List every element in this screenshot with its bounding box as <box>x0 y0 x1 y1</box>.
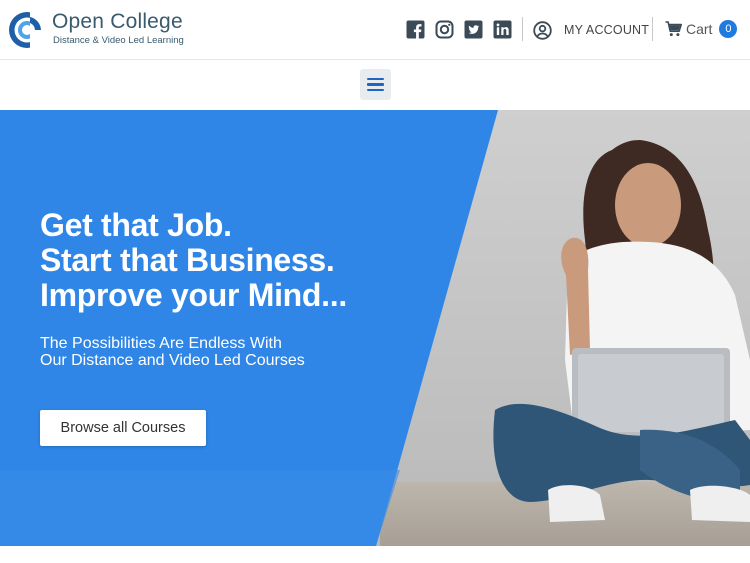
headline-line-1: Get that Job. <box>40 207 232 243</box>
brand-name: Open College <box>52 10 183 33</box>
hero-banner: Get that Job. Start that Business. Impro… <box>0 110 750 546</box>
logo-mark-icon <box>9 9 46 51</box>
headline-line-3: Improve your Mind... <box>40 277 347 313</box>
headline-line-2: Start that Business. <box>40 242 335 278</box>
my-account-link[interactable]: MY ACCOUNT <box>533 20 649 40</box>
header-divider <box>652 17 653 41</box>
cart-link[interactable]: Cart 0 <box>665 18 738 40</box>
my-account-label: MY ACCOUNT <box>564 23 650 37</box>
hamburger-menu-button[interactable] <box>360 69 391 100</box>
hero-subheading: The Possibilities Are Endless With Our D… <box>40 335 480 369</box>
browse-all-courses-button[interactable]: Browse all Courses <box>40 410 206 446</box>
instagram-icon[interactable] <box>435 20 454 39</box>
site-logo[interactable]: Open College Distance & Video Led Learni… <box>8 9 198 51</box>
shopping-cart-icon <box>665 21 682 37</box>
user-circle-icon <box>533 20 552 40</box>
hamburger-icon <box>367 77 384 81</box>
hero-headline: Get that Job. Start that Business. Impro… <box>40 208 480 313</box>
subheading-line-1: The Possibilities Are Endless With <box>40 335 282 352</box>
hero-text: Get that Job. Start that Business. Impro… <box>40 208 480 370</box>
header-divider <box>522 17 523 41</box>
cart-count-badge: 0 <box>719 20 738 38</box>
page-footer-strip <box>0 546 750 563</box>
site-header: Open College Distance & Video Led Learni… <box>0 0 750 60</box>
subheading-line-2: Our Distance and Video Led Courses <box>40 352 305 369</box>
twitter-icon[interactable] <box>464 20 483 39</box>
linkedin-icon[interactable] <box>493 20 512 39</box>
cart-label: Cart <box>686 21 713 37</box>
nav-bar <box>0 60 750 110</box>
brand-tagline: Distance & Video Led Learning <box>53 35 184 46</box>
facebook-icon[interactable] <box>406 20 425 39</box>
